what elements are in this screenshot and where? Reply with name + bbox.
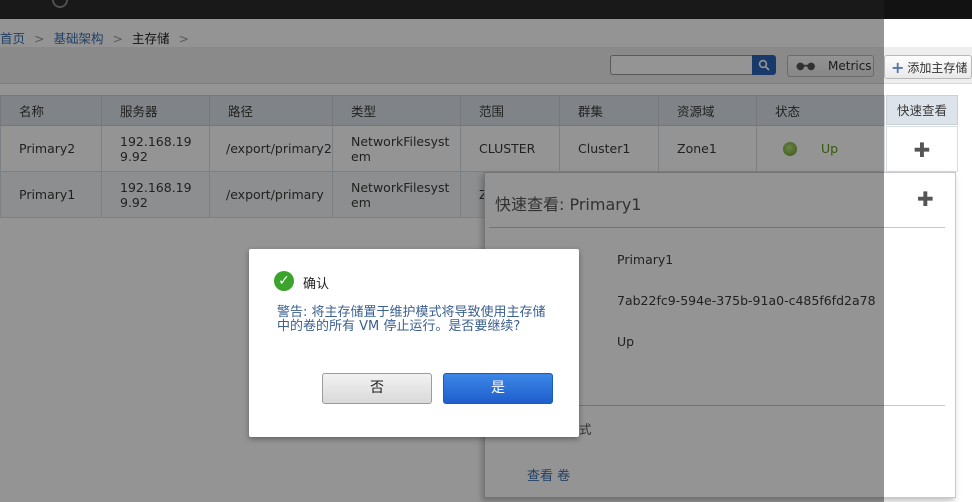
confirm-dialog: ✓ 确认 警告: 将主存储置于维护模式将导致使用主存储中的卷的所有 VM 停止运…: [249, 249, 579, 437]
modal-overlay-edge: [884, 0, 972, 19]
check-circle-icon: ✓: [274, 271, 294, 291]
plus-icon: +: [891, 57, 905, 77]
dialog-title: 确认: [303, 277, 330, 292]
add-primary-storage-button[interactable]: + 添加主存储: [884, 55, 972, 79]
column-header-quickview: 快速查看: [886, 95, 958, 125]
quickview-toggle-icon[interactable]: ✚: [886, 126, 958, 172]
cancel-button[interactable]: 否: [322, 373, 432, 404]
add-primary-storage-label: 添加主存储: [907, 60, 968, 75]
confirm-button[interactable]: 是: [443, 373, 553, 404]
dialog-message: 警告: 将主存储置于维护模式将导致使用主存储中的卷的所有 VM 停止运行。是否要…: [277, 305, 546, 334]
quickview-plus-icon[interactable]: ✚: [917, 187, 934, 211]
